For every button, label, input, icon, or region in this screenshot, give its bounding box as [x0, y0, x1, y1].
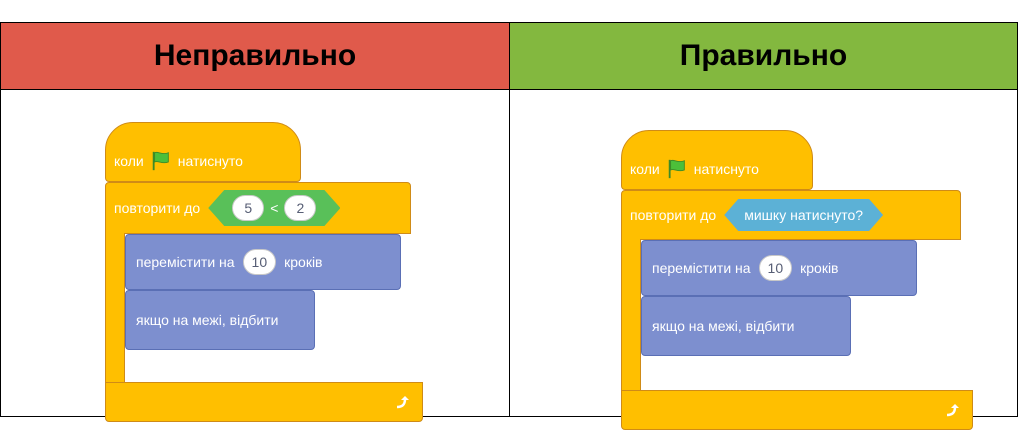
- hat-prefix: коли: [630, 161, 660, 177]
- steps-input[interactable]: 10: [758, 255, 793, 281]
- operator-symbol: <: [270, 200, 279, 216]
- move-steps-block[interactable]: перемістити на 10 кроків: [125, 234, 401, 290]
- wrong-example-cell: коли натиснуто повторити до 5 < 2 перемі…: [0, 89, 510, 422]
- loop-arrow-icon: [946, 404, 959, 417]
- move-label: перемістити на: [652, 260, 751, 276]
- repeat-until-block[interactable]: повторити до мишку натиснуто?: [621, 190, 961, 240]
- move-unit: кроків: [800, 260, 839, 276]
- green-flag-icon: [152, 151, 169, 171]
- header-wrong: Неправильно: [0, 22, 510, 90]
- right-example-cell: коли натиснуто повторити до мишку натисн…: [509, 89, 1018, 430]
- comparison-table: Неправильно Правильно коли натиснуто пов…: [0, 22, 1018, 430]
- green-flag-icon: [668, 159, 685, 179]
- move-label: перемістити на: [136, 254, 235, 270]
- hat-suffix: натиснуто: [693, 161, 759, 177]
- mouse-down-sensing[interactable]: мишку натиснуто?: [724, 199, 883, 231]
- bounce-label: якщо на межі, відбити: [652, 318, 795, 334]
- repeat-loop-bottom: [105, 382, 423, 422]
- cut-off-title: [0, 0, 1018, 22]
- repeat-loop-arm: [105, 233, 125, 383]
- operand-right[interactable]: 2: [284, 195, 316, 221]
- bounce-on-edge-block[interactable]: якщо на межі, відбити: [641, 296, 851, 356]
- header-right: Правильно: [509, 22, 1018, 90]
- operand-left[interactable]: 5: [232, 195, 264, 221]
- less-than-operator[interactable]: 5 < 2: [208, 190, 340, 226]
- repeat-until-label: повторити до: [630, 207, 717, 223]
- repeat-loop-bottom: [621, 390, 973, 430]
- hat-prefix: коли: [114, 153, 144, 169]
- repeat-until-block[interactable]: повторити до 5 < 2: [105, 182, 411, 234]
- header-wrong-label: Неправильно: [153, 39, 357, 72]
- repeat-loop-arm: [621, 239, 641, 391]
- repeat-until-label: повторити до: [114, 200, 201, 216]
- move-unit: кроків: [284, 254, 323, 270]
- mouse-down-label: мишку натиснуто?: [744, 207, 864, 223]
- loop-arrow-icon: [396, 396, 409, 409]
- steps-input[interactable]: 10: [242, 249, 277, 275]
- hat-suffix: натиснуто: [177, 153, 243, 169]
- move-steps-block[interactable]: перемістити на 10 кроків: [641, 240, 917, 296]
- bounce-label: якщо на межі, відбити: [136, 312, 279, 328]
- when-flag-clicked-block[interactable]: коли натиснуто: [621, 130, 813, 190]
- bounce-on-edge-block[interactable]: якщо на межі, відбити: [125, 290, 315, 350]
- when-flag-clicked-block[interactable]: коли натиснуто: [105, 122, 301, 182]
- header-right-label: Правильно: [679, 39, 848, 72]
